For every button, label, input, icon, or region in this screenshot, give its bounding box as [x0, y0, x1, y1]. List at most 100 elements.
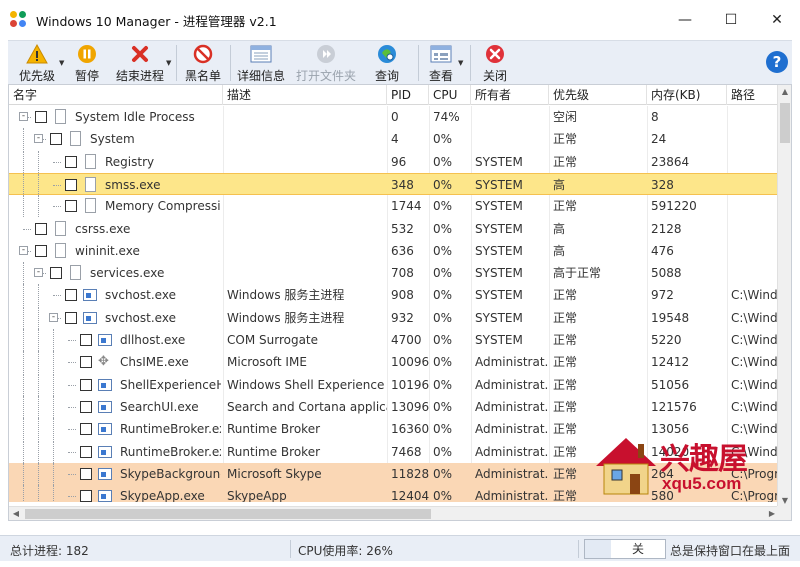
open-folder-button: 打开文件夹	[292, 41, 360, 85]
priority-button[interactable]: 优先级	[14, 41, 60, 85]
horizontal-scroll-thumb[interactable]	[25, 509, 431, 519]
details-label: 详细信息	[236, 69, 285, 83]
column-header-priority[interactable]: 优先级	[549, 85, 647, 105]
table-row[interactable]: smss.exe 348 0% SYSTEM 高 328	[9, 172, 779, 196]
table-row[interactable]: Memory Compression 1744 0% SYSTEM 正常 591220	[9, 195, 779, 218]
pause-button[interactable]: 暂停	[70, 41, 104, 85]
process-mem: 972	[651, 288, 674, 303]
table-row[interactable]: ShellExperienceH... Windows Shell Experie…	[9, 373, 779, 396]
process-owner	[471, 106, 549, 128]
row-checkbox[interactable]	[65, 200, 77, 213]
tree-expander-icon[interactable]: -	[19, 245, 28, 255]
minimize-button[interactable]: —	[662, 0, 708, 40]
window-app-icon	[98, 445, 112, 458]
process-cpu: 0%	[433, 177, 453, 192]
end-process-button[interactable]: 结束进程	[112, 41, 168, 85]
process-cpu: 0%	[433, 310, 453, 325]
process-pid: 636	[391, 243, 414, 258]
process-name: SearchUI.exe	[120, 399, 199, 414]
row-checkbox[interactable]	[80, 334, 92, 346]
process-mem: 8	[651, 110, 659, 124]
process-cpu: 0%	[433, 399, 453, 414]
tree-expander-icon[interactable]: -	[34, 134, 43, 144]
table-row[interactable]: - wininit.exe 636 0% SYSTEM 高 476	[9, 240, 779, 262]
process-cpu: 0%	[433, 288, 453, 303]
process-name: dllhost.exe	[120, 333, 186, 347]
maximize-button[interactable]: ☐	[708, 0, 754, 40]
scroll-up-icon[interactable]: ▲	[778, 85, 791, 99]
priority-dropdown-icon[interactable]: ▼	[59, 59, 64, 67]
vertical-scroll-thumb[interactable]	[780, 103, 790, 143]
process-mem: 5220	[651, 333, 682, 347]
column-header-name[interactable]: 名字	[9, 85, 223, 105]
row-checkbox[interactable]	[80, 423, 92, 436]
tree-expander-icon[interactable]: -	[49, 312, 58, 322]
column-header-cpu[interactable]: CPU	[429, 85, 471, 105]
table-row[interactable]: - svchost.exe Windows 服务主进程 932 0% SYSTEM 正常 19…	[9, 306, 779, 329]
table-row[interactable]: - System Idle Process 0 74% 空闲 8	[9, 106, 779, 128]
row-checkbox[interactable]	[80, 445, 92, 458]
table-row[interactable]: - System 4 0% 正常 24	[9, 128, 779, 151]
document-icon	[55, 109, 66, 124]
process-pid: 348	[391, 177, 414, 192]
process-owner: SYSTEM	[475, 243, 523, 258]
process-name: csrss.exe	[75, 221, 131, 236]
close-icon	[484, 43, 506, 65]
window-app-icon	[98, 378, 112, 391]
row-checkbox[interactable]	[35, 111, 47, 123]
process-mem: 5088	[651, 266, 682, 281]
details-button[interactable]: 详细信息	[234, 41, 288, 85]
table-row[interactable]: Registry 96 0% SYSTEM 正常 23864	[9, 150, 779, 173]
row-checkbox[interactable]	[35, 222, 47, 235]
watermark-url-text: xqu5.com	[662, 474, 742, 493]
always-on-top-toggle[interactable]: 关	[584, 539, 666, 559]
row-checkbox[interactable]	[80, 490, 92, 502]
close-button[interactable]: 关闭	[478, 41, 512, 85]
table-row[interactable]: SearchUI.exe Search and Cortana applicat.…	[9, 395, 779, 418]
table-row[interactable]: svchost.exe Windows 服务主进程 908 0% SYSTEM 正常 972…	[9, 284, 779, 307]
column-header-memory[interactable]: 内存(KB)	[647, 85, 727, 105]
column-header-owner[interactable]: 所有者	[471, 85, 549, 105]
help-button[interactable]: ?	[766, 51, 788, 73]
process-cpu: 0%	[433, 377, 453, 392]
row-checkbox[interactable]	[50, 267, 62, 280]
row-checkbox[interactable]	[65, 178, 77, 191]
row-checkbox[interactable]	[80, 467, 92, 480]
row-checkbox[interactable]	[50, 133, 62, 146]
column-header-pid[interactable]: PID	[387, 85, 429, 105]
row-checkbox[interactable]	[35, 244, 47, 257]
process-desc	[223, 262, 387, 284]
process-pid: 4	[391, 132, 399, 147]
close-window-button[interactable]: ✕	[754, 0, 800, 40]
tree-expander-icon[interactable]: -	[34, 268, 43, 278]
row-checkbox[interactable]	[80, 378, 92, 391]
scroll-left-icon[interactable]: ◀	[9, 507, 23, 520]
column-header-path[interactable]: 路径	[727, 85, 779, 105]
process-cpu: 0%	[433, 221, 453, 236]
table-row[interactable]: ✥ ChsIME.exe Microsoft IME 10096 0% Administr…	[9, 351, 779, 374]
view-button[interactable]: 查看	[424, 41, 458, 85]
process-desc	[223, 195, 387, 217]
end-process-dropdown-icon[interactable]: ▼	[166, 59, 171, 67]
process-mem: 24	[651, 132, 667, 147]
column-header-description[interactable]: 描述	[223, 85, 387, 105]
blacklist-button[interactable]: 黑名单	[182, 41, 224, 85]
title-bar: Windows 10 Manager - 进程管理器 v2.1 — ☐ ✕	[0, 0, 800, 40]
row-checkbox[interactable]	[65, 311, 77, 324]
row-checkbox[interactable]	[80, 356, 92, 369]
site-watermark: 兴趣屋 xqu5.com	[590, 432, 780, 502]
view-dropdown-icon[interactable]: ▼	[458, 59, 463, 67]
horizontal-scrollbar[interactable]: ◀ ▶	[9, 506, 779, 520]
tree-expander-icon[interactable]: -	[19, 112, 28, 121]
table-row[interactable]: csrss.exe 532 0% SYSTEM 高 2128	[9, 218, 779, 240]
row-checkbox[interactable]	[65, 289, 77, 302]
process-priority: 高	[553, 221, 566, 236]
row-checkbox[interactable]	[65, 155, 77, 168]
document-icon	[85, 176, 96, 192]
table-row[interactable]: dllhost.exe COM Surrogate 4700 0% SYSTEM 正常 52…	[9, 329, 779, 351]
table-row[interactable]: - services.exe 708 0% SYSTEM 高于正常 5088	[9, 262, 779, 285]
process-desc: COM Surrogate	[227, 333, 319, 347]
row-checkbox[interactable]	[80, 400, 92, 413]
status-separator	[578, 540, 579, 558]
query-button[interactable]: 查询	[370, 41, 404, 85]
